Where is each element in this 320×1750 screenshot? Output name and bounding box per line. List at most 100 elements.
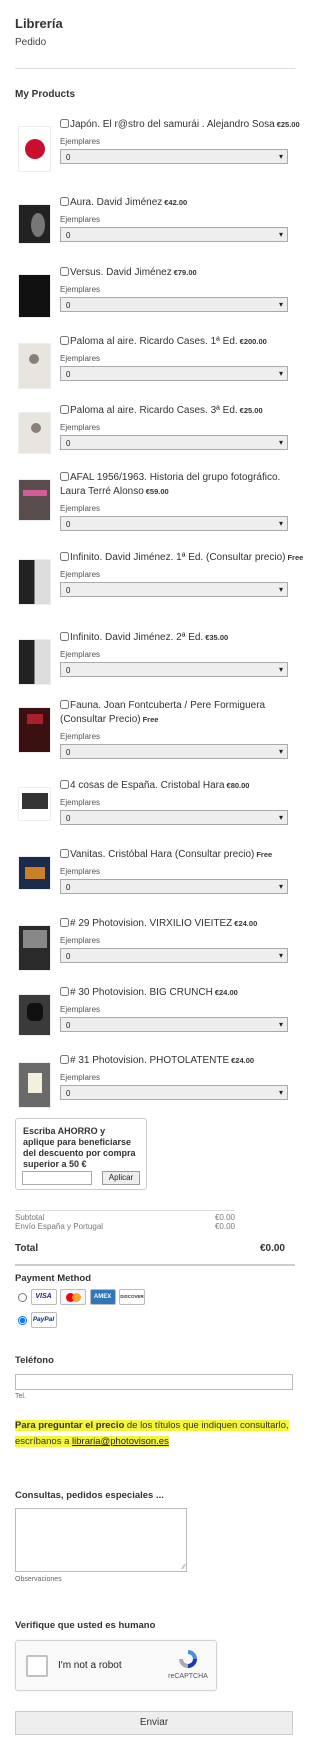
ejemplares-label: Ejemplares — [60, 570, 101, 579]
comments-label: Consultas, pedidos especiales ... — [15, 1490, 164, 1501]
submit-button[interactable]: Enviar — [15, 1711, 293, 1735]
product-cover-image — [18, 412, 51, 454]
ejemplares-label: Ejemplares — [60, 867, 101, 876]
recaptcha-checkbox[interactable] — [26, 1655, 48, 1677]
product-cover-image — [18, 479, 51, 521]
visa-icon: VISA — [30, 1289, 57, 1305]
product-item: AFAL 1956/1963. Historia del grupo fotog… — [15, 471, 295, 545]
phone-label: Teléfono — [15, 1355, 54, 1366]
product-item: Versus. David Jiménez €79.00 Ejemplares 0… — [15, 266, 295, 326]
chevron-down-icon: ▾ — [278, 230, 283, 239]
product-checkbox[interactable] — [60, 987, 69, 996]
product-checkbox[interactable] — [60, 119, 69, 128]
product-name: Vanitas. Cristóbal Hara (Consultar preci… — [70, 849, 255, 860]
product-checkbox[interactable] — [60, 700, 69, 709]
page-subtitle: Pedido — [15, 37, 47, 48]
product-checkbox[interactable] — [60, 552, 69, 561]
payment-method-title: Payment Method — [15, 1273, 92, 1284]
recaptcha-brand: reCAPTCHA — [168, 1673, 208, 1680]
quantity-select[interactable]: 0 ▾ — [60, 1017, 288, 1032]
product-item: Infinito. David Jiménez. 2ª Ed. €35.00 Ej… — [15, 631, 295, 691]
quantity-select[interactable]: 0 ▾ — [60, 435, 288, 450]
ejemplares-label: Ejemplares — [60, 137, 101, 146]
shipping-value: €0.00 — [214, 1222, 235, 1231]
recaptcha-widget: I'm not a robot reCAPTCHA — [15, 1640, 217, 1691]
product-cover-image — [18, 994, 51, 1036]
product-item: # 29 Photovision. VIRXILIO VIEITEZ €24.00… — [15, 917, 295, 977]
product-checkbox[interactable] — [60, 197, 69, 206]
product-checkbox[interactable] — [60, 267, 69, 276]
ejemplares-label: Ejemplares — [60, 650, 101, 659]
product-checkbox[interactable] — [60, 780, 69, 789]
ejemplares-label: Ejemplares — [60, 1005, 101, 1014]
product-name: Japón. El r@stro del samurái . Alejandro… — [70, 119, 275, 130]
product-price: €35.00 — [205, 633, 229, 642]
quantity-select[interactable]: 0 ▾ — [60, 582, 288, 597]
quantity-select[interactable]: 0 ▾ — [60, 227, 288, 242]
product-checkbox[interactable] — [60, 336, 69, 345]
product-checkbox[interactable] — [60, 918, 69, 927]
ejemplares-label: Ejemplares — [60, 798, 101, 807]
product-item: Infinito. David Jiménez. 1ª Ed. (Consult… — [15, 551, 303, 625]
product-name: 4 cosas de España. Cristobal Hara — [70, 780, 225, 791]
quantity-select[interactable]: 0 ▾ — [60, 297, 288, 312]
quantity-select[interactable]: 0 ▾ — [60, 516, 288, 531]
product-cover-image — [18, 856, 51, 890]
product-name: # 30 Photovision. BIG CRUNCH — [70, 987, 213, 998]
product-name: # 29 Photovision. VIRXILIO VIEITEZ — [70, 918, 233, 929]
quantity-select[interactable]: 0 ▾ — [60, 149, 288, 164]
product-name: Versus. David Jiménez — [70, 267, 172, 278]
quantity-select[interactable]: 0 ▾ — [60, 810, 288, 825]
chevron-down-icon: ▾ — [278, 152, 283, 161]
quantity-select[interactable]: 0 ▾ — [60, 366, 288, 381]
comments-textarea[interactable]: ∕∕ — [15, 1508, 187, 1572]
paypal-radio[interactable] — [18, 1315, 27, 1325]
mastercard-icon — [60, 1289, 87, 1305]
comments-sublabel: Observaciones — [15, 1576, 62, 1583]
card-radio[interactable] — [18, 1292, 27, 1302]
ejemplares-label: Ejemplares — [60, 936, 101, 945]
quantity-select[interactable]: 0 ▾ — [60, 879, 288, 894]
chevron-down-icon: ▾ — [278, 1088, 283, 1097]
product-price: €24.00 — [234, 919, 258, 928]
coupon-input[interactable] — [22, 1171, 92, 1185]
product-checkbox[interactable] — [60, 1055, 69, 1064]
subtotal-label: Subtotal — [15, 1213, 45, 1222]
chevron-down-icon: ▾ — [278, 665, 283, 674]
product-checkbox[interactable] — [60, 849, 69, 858]
quantity-select[interactable]: 0 ▾ — [60, 948, 288, 963]
product-cover-image — [18, 126, 51, 172]
product-checkbox[interactable] — [60, 472, 69, 481]
product-checkbox[interactable] — [60, 405, 69, 414]
product-cover-image — [18, 559, 51, 605]
quantity-select[interactable]: 0 ▾ — [60, 662, 288, 677]
phone-sublabel: Tel. — [15, 1393, 26, 1400]
product-checkbox[interactable] — [60, 632, 69, 641]
product-cover-image — [18, 1062, 51, 1108]
product-name: # 31 Photovision. PHOTOLATENTE — [70, 1055, 230, 1066]
product-price: Free — [142, 715, 159, 724]
email-link[interactable]: libraria@photovison.es — [72, 1436, 169, 1447]
divider — [15, 1264, 295, 1266]
subtotal-value: €0.00 — [214, 1213, 235, 1222]
chevron-down-icon: ▾ — [278, 300, 283, 309]
product-price: €25.00 — [276, 120, 300, 129]
product-price: Free — [256, 850, 273, 859]
product-item: Paloma al aire. Ricardo Cases. 3ª Ed. €25… — [15, 404, 295, 464]
payment-option-card[interactable]: VISA AMEX DISCOVER — [18, 1289, 146, 1305]
divider — [15, 1210, 235, 1211]
chevron-down-icon: ▾ — [278, 438, 283, 447]
quantity-select[interactable]: 0 ▾ — [60, 744, 288, 759]
apply-coupon-button[interactable]: Aplicar — [102, 1171, 140, 1185]
payment-option-paypal[interactable]: PayPal — [18, 1312, 57, 1328]
phone-input[interactable] — [15, 1374, 293, 1390]
product-name: Fauna. Joan Fontcuberta / Pere Formiguer… — [60, 700, 266, 725]
quantity-select[interactable]: 0 ▾ — [60, 1085, 288, 1100]
product-name: Paloma al aire. Ricardo Cases. 1ª Ed. — [70, 336, 238, 347]
product-item: Aura. David Jiménez €42.00 Ejemplares 0 ▾ — [15, 196, 295, 256]
product-price: €42.00 — [164, 198, 188, 207]
resize-handle-icon[interactable]: ∕∕ — [183, 1564, 185, 1571]
product-cover-image — [18, 707, 51, 753]
product-price: €25.00 — [239, 406, 263, 415]
paypal-icon: PayPal — [30, 1312, 57, 1328]
